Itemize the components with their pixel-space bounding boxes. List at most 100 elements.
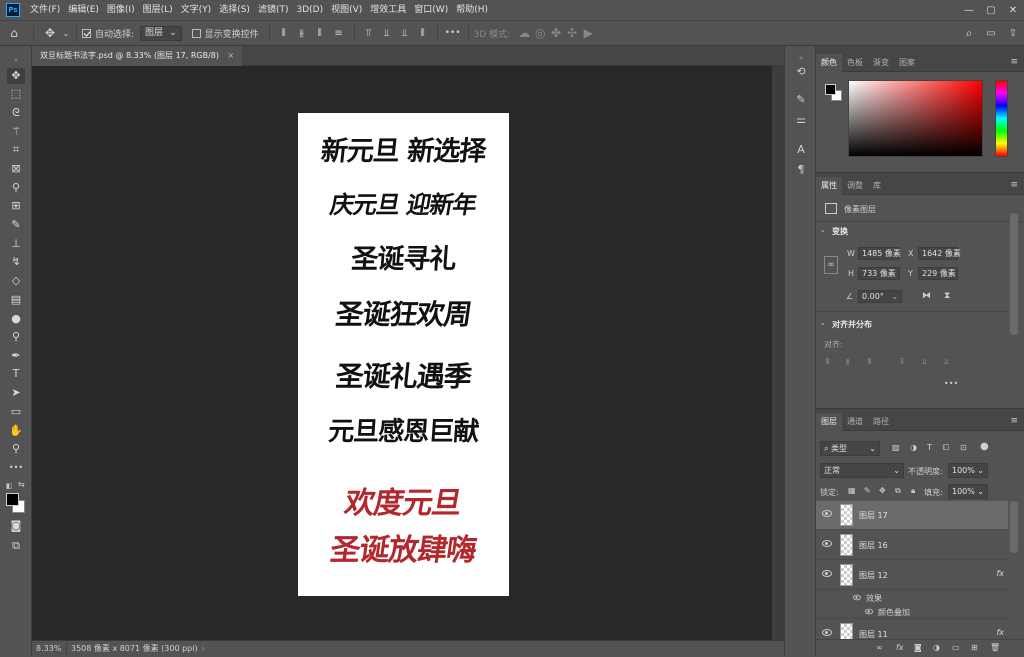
blend-mode-dropdown[interactable]: 正常 ⌄	[820, 463, 904, 478]
character-panel-icon[interactable]: A	[793, 142, 809, 158]
align-bottom-icon[interactable]: ⫫	[944, 357, 949, 367]
status-menu-icon[interactable]: ›	[202, 644, 205, 653]
tab-properties[interactable]: 属性	[816, 176, 842, 195]
lock-artboard-icon[interactable]: ⧉	[895, 486, 901, 496]
new-layer-icon[interactable]: ⊞	[971, 643, 978, 652]
lasso-tool-icon[interactable]: ᘓ	[7, 105, 25, 121]
delete-layer-icon[interactable]: 🗑︎	[990, 643, 1000, 652]
eraser-tool-icon[interactable]: ◇	[7, 273, 25, 289]
panel-menu-icon[interactable]: ≡	[1010, 180, 1018, 190]
quick-mask-icon[interactable]: ◙	[7, 518, 25, 534]
align-left-icon[interactable]: ⫴	[275, 28, 293, 39]
orbit-3d-icon[interactable]: ☁	[516, 26, 532, 40]
frame-tool-icon[interactable]: ⊠	[7, 161, 25, 177]
blur-tool-icon[interactable]: ●	[7, 311, 25, 327]
filter-adjustment-icon[interactable]: ◑	[910, 443, 917, 452]
more-align-options[interactable]: •••	[944, 379, 958, 388]
close-window-button[interactable]: ✕	[1002, 5, 1024, 16]
menu-layer[interactable]: 图层(L)	[139, 0, 177, 20]
link-icon[interactable]: ∞	[824, 256, 838, 274]
eye-icon[interactable]	[822, 570, 832, 577]
opacity-field[interactable]: 100% ⌄	[948, 463, 988, 478]
layer-row[interactable]: 图层 17	[816, 501, 1008, 530]
crop-tool-icon[interactable]: ⌗	[7, 142, 25, 158]
lock-position-icon[interactable]: ✥	[879, 486, 886, 495]
menu-type[interactable]: 文字(Y)	[177, 0, 216, 20]
foreground-color-swatch[interactable]	[825, 84, 836, 95]
gradient-tool-icon[interactable]: ▤	[7, 292, 25, 308]
type-tool-icon[interactable]: T	[7, 366, 25, 382]
layer-filter-dropdown[interactable]: ⌕ 类型 ⌄	[820, 441, 880, 456]
menu-edit[interactable]: 编辑(E)	[64, 0, 103, 20]
adjustments-panel-icon[interactable]: ⚌	[793, 112, 809, 128]
eye-icon[interactable]	[865, 608, 873, 615]
layer-row[interactable]: 图层 16	[816, 531, 1008, 560]
fill-field[interactable]: 100% ⌄	[948, 484, 988, 499]
roll-3d-icon[interactable]: ◎	[532, 26, 548, 40]
menu-3d[interactable]: 3D(D)	[292, 0, 327, 20]
effect-row[interactable]: 颜色叠加	[816, 605, 1008, 619]
document-canvas[interactable]: 新元旦 新选择 庆元旦 迎新年 圣诞寻礼 圣诞狂欢周 圣诞礼遇季 元旦感恩巨献 …	[298, 113, 509, 596]
tab-paths[interactable]: 路径	[868, 413, 894, 431]
marquee-tool-icon[interactable]: ⬚	[7, 86, 25, 102]
share-icon[interactable]: ⇪	[1002, 28, 1024, 39]
menu-plugins[interactable]: 增效工具	[366, 0, 410, 20]
tab-color[interactable]: 颜色	[816, 53, 842, 72]
screen-mode-icon[interactable]: ⧉	[7, 538, 25, 554]
height-field[interactable]: 733 像素	[858, 267, 900, 280]
lock-all-icon[interactable]: 🔒︎	[911, 486, 915, 496]
adjustment-layer-icon[interactable]: ◑	[933, 643, 940, 652]
minimize-button[interactable]: —	[958, 5, 980, 16]
distribute-icon[interactable]: ≡	[329, 28, 349, 39]
y-field[interactable]: 229 像素	[918, 267, 958, 280]
eye-icon[interactable]	[822, 510, 832, 517]
align-vcenter-icon[interactable]: ⫫	[378, 28, 396, 39]
hue-slider[interactable]	[995, 80, 1008, 157]
chevron-down-icon[interactable]: ⌄	[820, 319, 826, 327]
move-tool-icon[interactable]: ✥	[7, 68, 25, 84]
layer-row[interactable]: 图层 12 fx	[816, 561, 1008, 590]
foreground-color-swatch[interactable]	[6, 493, 19, 506]
collapse-icon[interactable]: »	[7, 52, 25, 68]
lock-image-icon[interactable]: ✎	[864, 486, 871, 495]
fx-icon[interactable]: fx	[996, 628, 1004, 637]
x-field[interactable]: 1642 像素	[918, 247, 961, 260]
filter-type-icon[interactable]: T	[927, 443, 932, 452]
layer-row[interactable]: 图层 11 fx	[816, 620, 1008, 639]
eyedropper-tool-icon[interactable]: ⚲	[7, 180, 25, 196]
pen-tool-icon[interactable]: ✒	[7, 348, 25, 364]
tab-channels[interactable]: 通道	[842, 413, 868, 431]
filter-pixel-icon[interactable]: ▨	[892, 443, 900, 452]
tab-libraries[interactable]: 库	[868, 177, 886, 195]
show-transform-checkbox[interactable]	[191, 28, 201, 38]
effects-row[interactable]: 效果	[816, 591, 1008, 605]
flip-horizontal-icon[interactable]: ⧓	[922, 291, 931, 301]
color-picker-field[interactable]	[848, 80, 983, 157]
move-tool-icon[interactable]: ✥	[39, 26, 61, 40]
more-tools-icon[interactable]: •••	[7, 460, 25, 476]
align-right-icon[interactable]: ⫴	[311, 28, 329, 39]
zoom-level[interactable]: 8.33%	[32, 644, 66, 653]
default-colors-icon[interactable]: ◧	[6, 482, 13, 490]
distribute-vertical-icon[interactable]: ⦀	[414, 28, 432, 39]
brushes-panel-icon[interactable]: ✎	[793, 92, 809, 108]
drag-3d-icon[interactable]: ✤	[548, 26, 564, 40]
link-layers-icon[interactable]: ∞	[876, 643, 883, 652]
menu-select[interactable]: 选择(S)	[215, 0, 254, 20]
auto-select-dropdown[interactable]: 图层 ⌄	[140, 25, 182, 41]
workspace-icon[interactable]: ▭	[980, 28, 1002, 39]
filter-toggle-icon[interactable]: ●	[980, 441, 989, 452]
magic-wand-tool-icon[interactable]: ⚚	[7, 124, 25, 140]
video-camera-icon[interactable]: ▶	[580, 26, 596, 40]
properties-scrollbar[interactable]	[1010, 213, 1018, 335]
menu-file[interactable]: 文件(F)	[26, 0, 64, 20]
slide-3d-icon[interactable]: ✣	[564, 26, 580, 40]
lock-transparent-icon[interactable]: ▦	[848, 486, 856, 495]
align-left-icon[interactable]: ⫴	[826, 357, 829, 367]
dodge-tool-icon[interactable]: ⚲	[7, 329, 25, 345]
menu-view[interactable]: 视图(V)	[327, 0, 366, 20]
eye-icon[interactable]	[822, 540, 832, 547]
search-icon[interactable]: ⌕	[958, 26, 980, 41]
align-right-icon[interactable]: ⫴	[868, 357, 871, 367]
swap-colors-icon[interactable]: ⇆	[18, 480, 25, 489]
